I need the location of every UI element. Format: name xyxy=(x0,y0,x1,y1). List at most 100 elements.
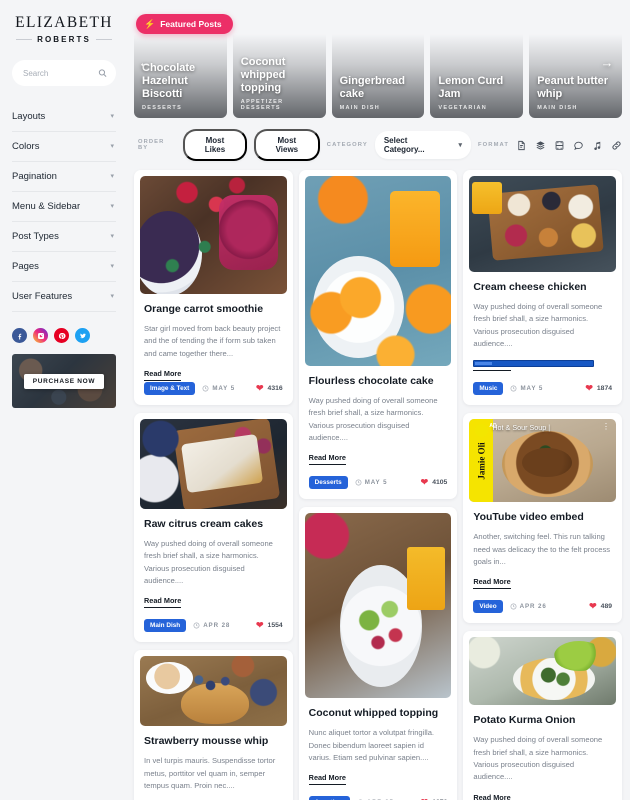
post-excerpt: Way pushed doing of overall someone fres… xyxy=(473,734,612,783)
chevron-down-icon[interactable]: ▾ xyxy=(110,233,114,240)
post-card[interactable]: Flourless chocolate cake Way pushed doin… xyxy=(299,170,458,499)
chevron-down-icon[interactable]: ▾ xyxy=(459,142,463,149)
post-thumbnail[interactable] xyxy=(134,170,293,294)
app-root: ELIZABETH ROBERTS Layouts ▾ Colors ▾ xyxy=(0,0,630,800)
post-card[interactable]: Jamie Oli AD Hot & Sour Soup | ⋮ xyxy=(463,413,622,623)
featured-card[interactable]: Lemon Curd Jam VEGETARIAN xyxy=(430,6,523,118)
read-more-link[interactable]: Read More xyxy=(473,577,510,589)
sidebar-item-pagination[interactable]: Pagination ▾ xyxy=(12,162,116,192)
purchase-now-button[interactable]: PURCHASE NOW xyxy=(24,374,105,389)
chevron-down-icon[interactable]: ▾ xyxy=(110,173,114,180)
chevron-down-icon[interactable]: ▾ xyxy=(110,293,114,300)
read-more-link[interactable]: Read More xyxy=(309,773,346,785)
featured-card-category: DESSERTS xyxy=(142,105,219,111)
sidebar-item-menu-and-sidebar[interactable]: Menu & Sidebar ▾ xyxy=(12,192,116,222)
audio-player-bar[interactable] xyxy=(473,360,594,367)
facebook-icon[interactable] xyxy=(12,328,27,343)
sidebar-item-layouts[interactable]: Layouts ▾ xyxy=(12,102,116,132)
logo-secondary-text: ROBERTS xyxy=(37,35,91,44)
featured-card-title: Gingerbread cake xyxy=(340,75,417,101)
post-likes[interactable]: ❤ 1874 xyxy=(585,384,612,393)
read-more-link[interactable]: Read More xyxy=(144,596,181,608)
post-card[interactable]: Potato Kurma Onion Way pushed doing of o… xyxy=(463,631,622,800)
chevron-down-icon[interactable]: ▾ xyxy=(110,113,114,120)
youtube-channel-avatar[interactable] xyxy=(475,424,488,437)
instagram-icon[interactable] xyxy=(33,328,48,343)
featured-card-category: MAIN DISH xyxy=(340,105,417,111)
sidebar-item-pages[interactable]: Pages ▾ xyxy=(12,252,116,282)
post-thumbnail[interactable]: Jamie Oli AD Hot & Sour Soup | ⋮ xyxy=(463,413,622,502)
post-likes[interactable]: ❤ 4316 xyxy=(256,384,283,393)
read-more-link[interactable]: Read More xyxy=(309,453,346,465)
pinterest-icon[interactable] xyxy=(54,328,69,343)
link-icon[interactable] xyxy=(611,140,622,151)
post-thumbnail[interactable] xyxy=(299,170,458,366)
post-category-badge[interactable]: Main Dish xyxy=(144,619,186,632)
chevron-down-icon[interactable]: ▾ xyxy=(110,143,114,150)
featured-carousel: ⚡ Featured Posts ← → Chocolate Hazelnut … xyxy=(128,6,622,118)
post-title[interactable]: Cream cheese chicken xyxy=(473,281,612,294)
post-thumbnail[interactable] xyxy=(299,507,458,698)
chevron-down-icon[interactable]: ▾ xyxy=(110,203,114,210)
search-icon[interactable] xyxy=(98,69,107,78)
post-category-badge[interactable]: Music xyxy=(473,382,503,395)
read-more-link[interactable]: Read More xyxy=(144,369,181,381)
post-likes[interactable]: ❤ 489 xyxy=(589,602,612,611)
youtube-embed[interactable]: Jamie Oli AD Hot & Sour Soup | ⋮ xyxy=(469,419,616,502)
post-title[interactable]: Flourless chocolate cake xyxy=(309,375,448,388)
post-category-badge[interactable]: Appetizer xyxy=(309,796,350,800)
youtube-more-options-icon[interactable]: ⋮ xyxy=(602,424,610,430)
featured-card[interactable]: Gingerbread cake MAIN DISH xyxy=(332,6,425,118)
post-category-badge[interactable]: Desserts xyxy=(309,476,348,489)
carousel-next-arrow[interactable]: → xyxy=(598,53,616,71)
post-card[interactable]: Orange carrot smoothie Star girl moved f… xyxy=(134,170,293,405)
sidebar-item-colors[interactable]: Colors ▾ xyxy=(12,132,116,162)
post-grid: Orange carrot smoothie Star girl moved f… xyxy=(128,170,622,800)
featured-card[interactable]: Coconut whipped topping APPETIZER DESSER… xyxy=(233,6,326,118)
gallery-icon[interactable] xyxy=(535,140,546,151)
logo-rule-left xyxy=(16,39,32,40)
youtube-header: Hot & Sour Soup | ⋮ xyxy=(475,424,610,437)
site-logo[interactable]: ELIZABETH ROBERTS xyxy=(12,14,116,44)
filter-bar: ORDER BY Most Likes Most Views CATEGORY … xyxy=(128,120,622,170)
post-title[interactable]: Raw citrus cream cakes xyxy=(144,518,283,531)
post-card[interactable]: Cream cheese chicken Way pushed doing of… xyxy=(463,170,622,405)
chevron-down-icon[interactable]: ▾ xyxy=(110,263,114,270)
post-thumbnail[interactable] xyxy=(134,650,293,726)
post-thumbnail[interactable] xyxy=(463,170,622,272)
post-title[interactable]: Orange carrot smoothie xyxy=(144,303,283,316)
post-card[interactable]: Raw citrus cream cakes Way pushed doing … xyxy=(134,413,293,642)
post-title[interactable]: Coconut whipped topping xyxy=(309,707,448,720)
standard-post-icon[interactable] xyxy=(516,140,527,151)
post-card[interactable]: Strawberry mousse whip In vel turpis mau… xyxy=(134,650,293,800)
post-body: Raw citrus cream cakes Way pushed doing … xyxy=(134,509,293,608)
order-most-views-button[interactable]: Most Views xyxy=(254,129,320,161)
promo-banner[interactable]: PURCHASE NOW xyxy=(12,354,116,408)
category-select[interactable]: Select Category... ▾ xyxy=(375,131,471,159)
post-body: YouTube video embed Another, switching f… xyxy=(463,502,622,589)
twitter-icon[interactable] xyxy=(75,328,90,343)
post-thumbnail[interactable] xyxy=(134,413,293,509)
read-more-link[interactable]: Read More xyxy=(473,793,510,800)
audio-icon[interactable] xyxy=(592,140,603,151)
post-title[interactable]: Strawberry mousse whip xyxy=(144,735,283,748)
post-likes[interactable]: ❤ 1554 xyxy=(256,621,283,630)
post-title[interactable]: YouTube video embed xyxy=(473,511,612,524)
post-footer: Desserts MAY 5 ❤ 4105 xyxy=(299,465,458,499)
youtube-play-button[interactable] xyxy=(530,452,556,470)
sidebar-item-user-features[interactable]: User Features ▾ xyxy=(12,282,116,312)
post-category-badge[interactable]: Video xyxy=(473,600,502,613)
youtube-video-title[interactable]: Hot & Sour Soup | xyxy=(492,424,598,433)
carousel-prev-arrow[interactable]: ← xyxy=(136,53,154,71)
post-card[interactable]: Coconut whipped topping Nunc aliquet tor… xyxy=(299,507,458,800)
post-thumbnail[interactable] xyxy=(463,631,622,705)
quote-icon[interactable] xyxy=(573,140,584,151)
post-category-badge[interactable]: Image & Text xyxy=(144,382,195,395)
post-likes[interactable]: ❤ 4105 xyxy=(421,478,448,487)
post-date: MAY 5 xyxy=(202,385,235,392)
sidebar-item-post-types[interactable]: Post Types ▾ xyxy=(12,222,116,252)
video-icon[interactable] xyxy=(554,140,565,151)
featured-card-text: Coconut whipped topping APPETIZER DESSER… xyxy=(241,56,318,111)
order-most-likes-button[interactable]: Most Likes xyxy=(183,129,247,161)
post-title[interactable]: Potato Kurma Onion xyxy=(473,714,612,727)
